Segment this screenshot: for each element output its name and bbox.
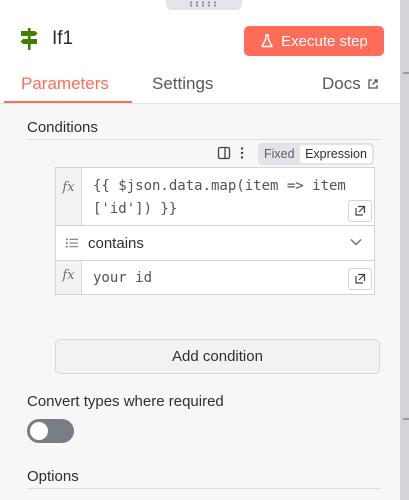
tab-settings[interactable]: Settings — [152, 74, 213, 94]
list-icon — [66, 238, 78, 248]
toggle-knob — [30, 422, 48, 440]
more-options-icon[interactable] — [238, 146, 246, 160]
expand-editor-icon — [355, 205, 366, 216]
right-value-expression-input[interactable]: fx your id — [55, 260, 375, 295]
mode-expression-option[interactable]: Expression — [300, 145, 372, 163]
options-label: Options — [27, 468, 79, 485]
open-expression-editor-button[interactable] — [348, 268, 372, 290]
convert-types-label: Convert types where required — [27, 393, 224, 410]
external-link-icon — [368, 79, 378, 89]
conditions-label: Conditions — [27, 119, 98, 136]
convert-types-toggle[interactable] — [27, 419, 74, 443]
tab-docs-label: Docs — [322, 74, 361, 93]
execute-step-button[interactable]: Execute step — [244, 26, 384, 56]
right-value-text: your id — [93, 270, 153, 286]
drag-handle-dots-icon — [188, 1, 220, 7]
open-expression-editor-button[interactable] — [348, 200, 372, 222]
fx-icon: fx — [56, 261, 82, 294]
split-view-icon[interactable] — [217, 146, 231, 160]
left-value-line-1: {{ $json.data.map(item => item — [93, 178, 346, 194]
tabs-divider — [0, 103, 400, 104]
expand-editor-icon — [355, 273, 366, 284]
if-signpost-icon — [20, 28, 38, 50]
operator-select[interactable]: contains — [55, 226, 375, 261]
node-title[interactable]: If1 — [52, 28, 73, 50]
left-value-expression-input[interactable]: fx {{ $json.data.map(item => item ['id']… — [55, 167, 375, 226]
execute-step-label: Execute step — [281, 32, 368, 50]
chevron-down-icon — [350, 239, 362, 246]
canvas-edge — [400, 0, 409, 500]
conditions-divider — [27, 139, 381, 140]
tab-parameters[interactable]: Parameters — [21, 74, 109, 94]
options-divider — [27, 488, 381, 489]
flask-icon — [261, 34, 273, 48]
tab-docs[interactable]: Docs — [322, 74, 379, 94]
mode-fixed-option[interactable]: Fixed — [264, 147, 295, 161]
add-condition-button[interactable]: Add condition — [55, 339, 380, 374]
operator-value: contains — [88, 235, 144, 252]
fx-icon: fx — [56, 168, 82, 225]
left-value-line-2: ['id']) }} — [93, 201, 178, 217]
fixed-expression-toggle: Fixed Expression — [258, 143, 374, 165]
